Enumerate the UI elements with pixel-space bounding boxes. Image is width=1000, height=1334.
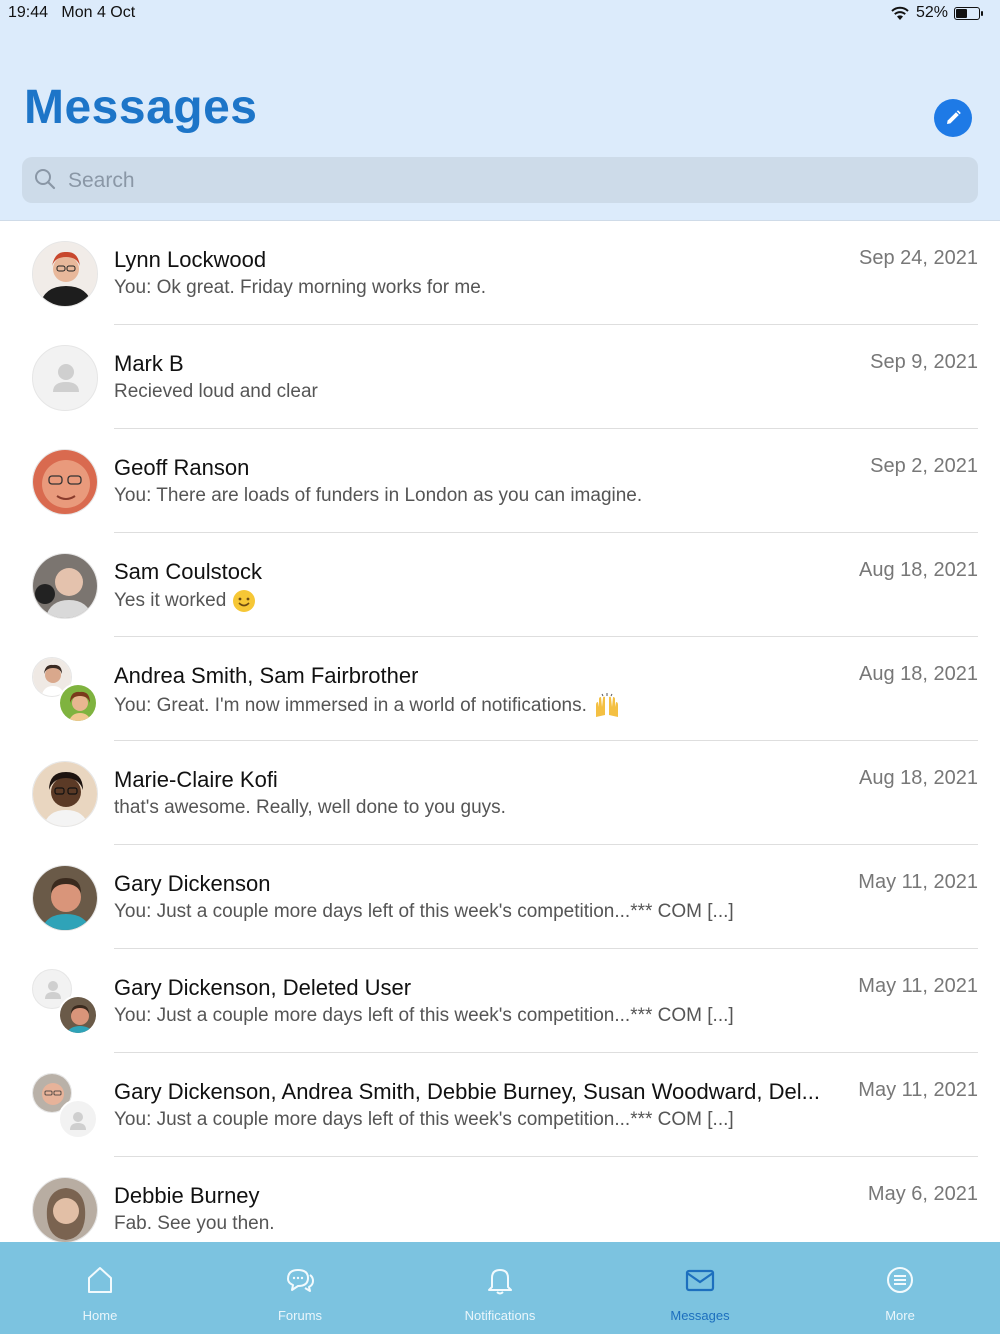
forums-chat-icon — [287, 1269, 314, 1292]
contact-name: Gary Dickenson, Andrea Smith, Debbie Bur… — [114, 1079, 820, 1104]
tab-bar: Home Forums Notifications Messages More — [0, 1242, 1000, 1334]
avatar — [32, 449, 98, 515]
message-date: May 11, 2021 — [858, 871, 978, 893]
user-photo — [58, 683, 98, 723]
message-date: Sep 24, 2021 — [859, 247, 978, 269]
message-preview: You: Ok great. Friday morning works for … — [114, 277, 487, 298]
tab-label: More — [885, 1308, 915, 1323]
tab-label: Notifications — [464, 1308, 536, 1323]
page-title: Messages — [24, 81, 258, 134]
contact-name: Lynn Lockwood — [114, 247, 267, 272]
tab-messages[interactable]: Messages — [600, 1242, 800, 1334]
group-avatar — [32, 969, 98, 1035]
conversation-row[interactable]: Marie-Claire Kofi that's awesome. Really… — [0, 741, 1000, 845]
smiley-emoji-icon — [233, 590, 256, 612]
tab-notifications[interactable]: Notifications — [400, 1242, 600, 1334]
header: 19:44 Mon 4 Oct 52% Messages — [0, 0, 1000, 221]
message-preview: Recieved loud and clear — [114, 381, 318, 402]
raising-hands-emoji-icon — [595, 693, 618, 717]
conversation-row[interactable]: Geoff Ranson You: There are loads of fun… — [0, 429, 1000, 533]
conversation-row[interactable]: Andrea Smith, Sam Fairbrother You: Great… — [0, 637, 1000, 741]
contact-name: Geoff Ranson — [114, 455, 250, 480]
message-preview: You: Just a couple more days left of thi… — [114, 901, 734, 922]
contact-name: Andrea Smith, Sam Fairbrother — [114, 663, 419, 688]
wifi-icon — [891, 6, 909, 20]
message-date: Aug 18, 2021 — [859, 767, 978, 789]
battery-icon — [954, 6, 983, 20]
tab-label: Home — [82, 1308, 118, 1323]
user-photo — [32, 865, 98, 931]
message-preview: You: Great. I'm now immersed in a world … — [114, 693, 621, 719]
user-photo — [32, 553, 98, 619]
avatar — [32, 761, 98, 827]
conversation-row[interactable]: Lynn Lockwood You: Ok great. Friday morn… — [0, 221, 1000, 325]
avatar — [32, 241, 98, 307]
message-preview: Fab. See you then. — [114, 1213, 275, 1234]
tab-more[interactable]: More — [800, 1242, 1000, 1334]
avatar — [32, 553, 98, 619]
conversation-row[interactable]: Gary Dickenson You: Just a couple more d… — [0, 845, 1000, 949]
user-photo — [32, 761, 98, 827]
conversation-row[interactable]: Gary Dickenson, Deleted User You: Just a… — [0, 949, 1000, 1053]
tab-forums[interactable]: Forums — [200, 1242, 400, 1334]
message-preview: Yes it worked — [114, 589, 256, 613]
conversation-list: Lynn Lockwood You: Ok great. Friday morn… — [0, 221, 1000, 1261]
contact-name: Mark B — [114, 351, 184, 376]
contact-name: Debbie Burney — [114, 1183, 260, 1208]
contact-name: Gary Dickenson — [114, 871, 271, 896]
message-date: May 11, 2021 — [858, 1079, 978, 1101]
search-bar — [22, 157, 978, 205]
search-icon — [35, 169, 56, 190]
search-input[interactable] — [66, 157, 960, 205]
envelope-icon — [685, 1269, 715, 1292]
compose-button[interactable] — [934, 99, 972, 137]
message-preview: You: Just a couple more days left of thi… — [114, 1005, 734, 1026]
message-date: Aug 18, 2021 — [859, 663, 978, 685]
avatar — [32, 345, 98, 411]
conversation-row[interactable]: Mark B Recieved loud and clear Sep 9, 20… — [0, 325, 1000, 429]
contact-name: Marie-Claire Kofi — [114, 767, 278, 792]
status-bar: 19:44 Mon 4 Oct 52% — [0, 0, 1000, 28]
status-time: 19:44 Mon 4 Oct — [8, 4, 136, 21]
tab-label: Messages — [670, 1308, 730, 1323]
group-avatar — [32, 1073, 98, 1139]
conversation-row[interactable]: Gary Dickenson, Andrea Smith, Debbie Bur… — [0, 1053, 1000, 1157]
user-photo — [32, 241, 98, 307]
home-icon — [88, 1267, 112, 1293]
user-photo — [32, 1177, 98, 1243]
status-date: Mon 4 Oct — [61, 4, 136, 21]
avatar — [32, 865, 98, 931]
tab-label: Forums — [277, 1308, 323, 1323]
contact-name: Sam Coulstock — [114, 559, 262, 584]
default-avatar-icon — [58, 1099, 98, 1139]
message-date: May 11, 2021 — [858, 975, 978, 997]
message-date: Sep 9, 2021 — [870, 351, 978, 373]
user-photo — [32, 449, 98, 515]
pencil-icon — [947, 110, 961, 124]
message-date: May 6, 2021 — [867, 1183, 978, 1205]
message-preview: You: Just a couple more days left of thi… — [114, 1109, 734, 1130]
group-avatar — [32, 657, 98, 723]
contact-name: Gary Dickenson, Deleted User — [114, 975, 412, 1000]
message-date: Aug 18, 2021 — [859, 559, 978, 581]
user-photo — [58, 995, 98, 1035]
bell-icon — [488, 1269, 512, 1295]
menu-list-icon — [887, 1267, 913, 1293]
battery-percent: 52% — [915, 4, 948, 21]
message-preview: You: There are loads of funders in Londo… — [114, 485, 643, 506]
default-avatar-icon — [32, 345, 98, 411]
message-preview: that's awesome. Really, well done to you… — [114, 797, 506, 818]
tab-home[interactable]: Home — [0, 1242, 200, 1334]
avatar — [32, 1177, 98, 1243]
conversation-row[interactable]: Sam Coulstock Yes it worked Aug 18, 2021 — [0, 533, 1000, 637]
message-date: Sep 2, 2021 — [870, 455, 978, 477]
